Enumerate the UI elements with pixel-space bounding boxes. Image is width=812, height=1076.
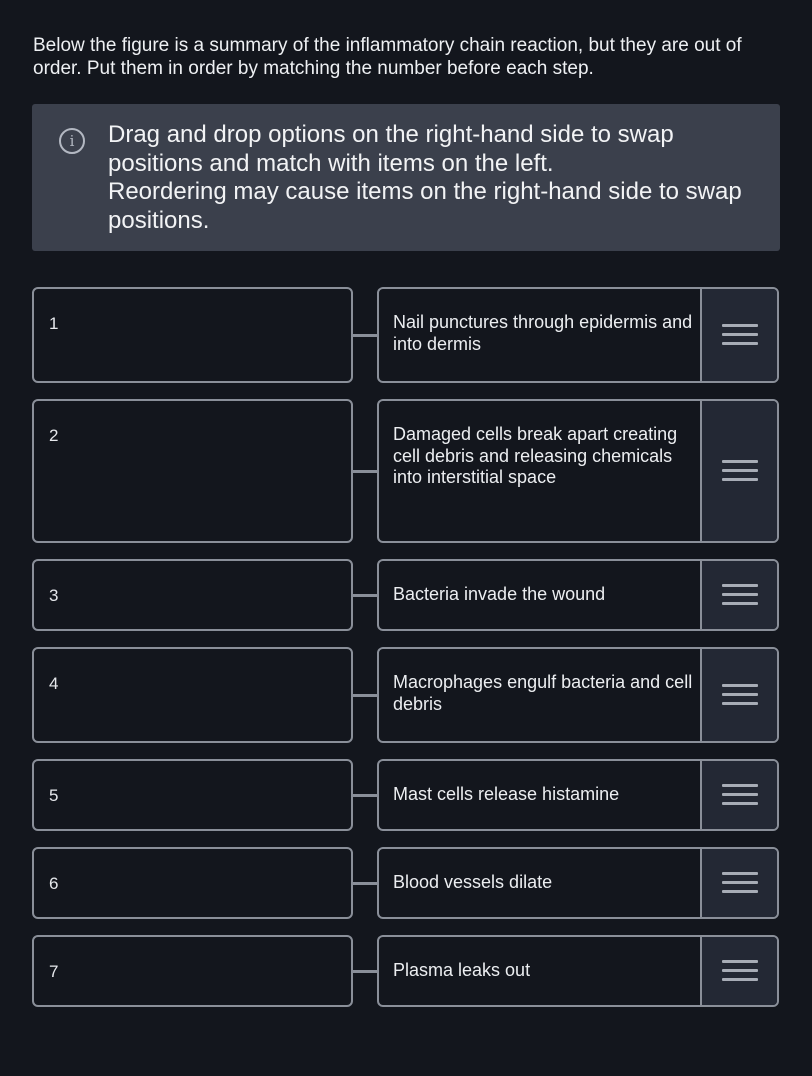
drag-handle-icon [721,583,758,607]
connector-line [353,334,378,337]
target-slot: 7 [32,935,353,1007]
connector-line [353,794,378,797]
info-icon: i [59,128,85,154]
option-label: Macrophages engulf bacteria and cell deb… [393,672,693,714]
match-row: 5 Mast cells release histamine [0,759,812,831]
draggable-option[interactable]: Plasma leaks out [377,935,779,1007]
connector-line [353,470,378,473]
step-number: 5 [49,786,59,805]
match-row: 4 Macrophages engulf bacteria and cell d… [0,647,812,743]
option-label: Blood vessels dilate [393,872,553,892]
drag-handle[interactable] [700,289,777,381]
connector-line [353,882,378,885]
drag-handle[interactable] [700,649,777,741]
draggable-option[interactable]: Blood vessels dilate [377,847,779,919]
option-label: Nail punctures through epidermis and int… [393,312,693,354]
drag-handle-icon [721,959,758,983]
draggable-option[interactable]: Damaged cells break apart creating cell … [377,399,779,543]
draggable-option[interactable]: Macrophages engulf bacteria and cell deb… [377,647,779,743]
target-slot: 3 [32,559,353,631]
draggable-option[interactable]: Nail punctures through epidermis and int… [377,287,779,383]
target-slot: 5 [32,759,353,831]
match-row: 1 Nail punctures through epidermis and i… [0,287,812,383]
draggable-option[interactable]: Bacteria invade the wound [377,559,779,631]
question-prompt: Below the figure is a summary of the inf… [33,35,742,79]
connector-line [353,594,378,597]
step-number: 4 [49,674,59,693]
instructions-text: Drag and drop options on the right-hand … [108,121,748,235]
step-number: 3 [49,586,59,605]
option-label: Mast cells release histamine [393,784,620,804]
option-label: Plasma leaks out [393,960,531,980]
match-row: 6 Blood vessels dilate [0,847,812,919]
step-number: 2 [49,426,59,445]
step-number: 7 [49,962,59,981]
connector-line [353,970,378,973]
target-slot: 4 [32,647,353,743]
match-row: 2 Damaged cells break apart creating cel… [0,399,812,543]
drag-handle[interactable] [700,849,777,917]
option-label: Damaged cells break apart creating cell … [393,424,678,487]
drag-handle-icon [721,871,758,895]
connector-line [353,694,378,697]
drag-handle-icon [721,459,758,483]
target-slot: 6 [32,847,353,919]
target-slot: 2 [32,399,353,543]
instructions-line-1: Drag and drop options on the right-hand … [108,121,674,177]
drag-handle-icon [721,783,758,807]
drag-handle[interactable] [700,761,777,829]
step-number: 6 [49,874,59,893]
step-number: 1 [49,314,59,333]
drag-handle[interactable] [700,937,777,1005]
instructions-line-2: Reordering may cause items on the right-… [108,178,742,234]
drag-handle-icon [721,323,758,347]
target-slot: 1 [32,287,353,383]
option-label: Bacteria invade the wound [393,584,606,604]
drag-handle[interactable] [700,561,777,629]
match-row: 7 Plasma leaks out [0,935,812,1007]
drag-handle-icon [721,683,758,707]
drag-handle[interactable] [700,401,777,541]
match-row: 3 Bacteria invade the wound [0,559,812,631]
draggable-option[interactable]: Mast cells release histamine [377,759,779,831]
